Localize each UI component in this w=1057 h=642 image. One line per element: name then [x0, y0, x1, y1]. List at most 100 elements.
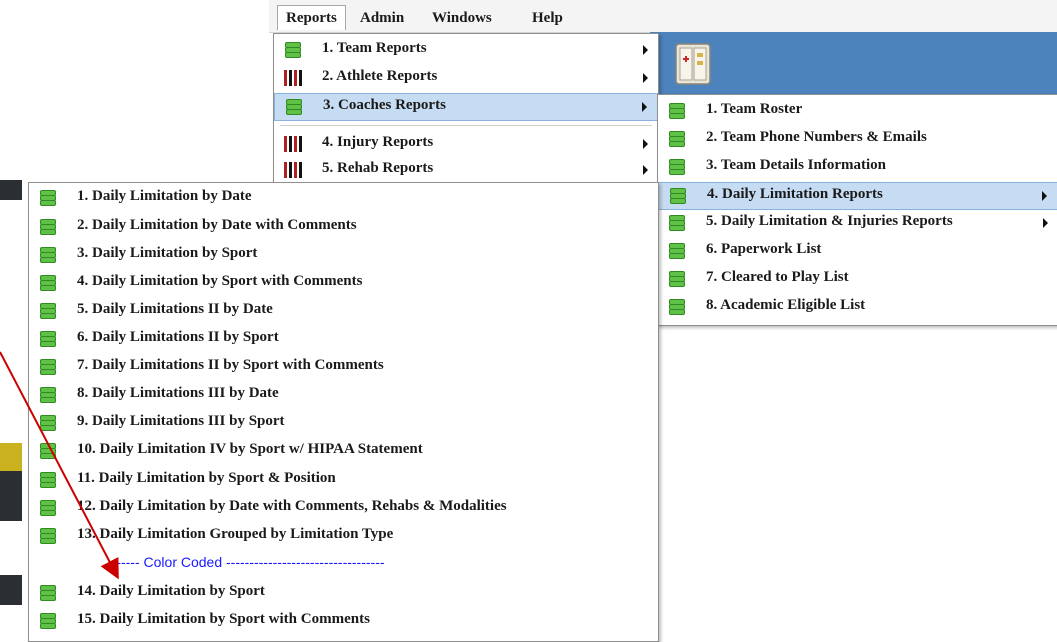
menu-item-daily-limitation-11[interactable]: 11. Daily Limitation by Sport & Position — [29, 467, 658, 493]
menu-item-daily-limitation-12[interactable]: 12. Daily Limitation by Date with Commen… — [29, 495, 658, 521]
menu-item-label: 11. Daily Limitation by Sport & Position — [77, 470, 336, 486]
menu-item-paperwork-list[interactable]: 6. Paperwork List — [658, 238, 1057, 264]
database-icon — [39, 415, 56, 431]
menu-item-team-reports[interactable]: 1. Team Reports — [274, 37, 658, 63]
background-app-fragment — [0, 471, 22, 521]
menu-item-daily-limitation-injuries[interactable]: 5. Daily Limitation & Injuries Reports — [658, 210, 1057, 236]
database-icon — [39, 190, 56, 206]
menu-admin[interactable]: Admin — [352, 6, 412, 30]
menu-item-label: 15. Daily Limitation by Sport with Comme… — [77, 611, 370, 627]
menu-item-injury-reports[interactable]: 4. Injury Reports — [274, 131, 658, 157]
database-icon — [668, 159, 685, 175]
menu-item-label: 14. Daily Limitation by Sport — [77, 583, 265, 599]
menu-item-daily-limitation-3[interactable]: 3. Daily Limitation by Sport — [29, 242, 658, 268]
database-icon — [39, 472, 56, 488]
menu-item-team-roster[interactable]: 1. Team Roster — [658, 98, 1057, 124]
coaches-reports-submenu: 1. Team Roster 2. Team Phone Numbers & E… — [657, 94, 1057, 326]
menu-item-label: 6. Paperwork List — [706, 241, 822, 257]
menu-item-daily-limitation-13[interactable]: 13. Daily Limitation Grouped by Limitati… — [29, 523, 658, 549]
menu-item-label: 12. Daily Limitation by Date with Commen… — [77, 498, 507, 514]
menu-item-label: 4. Daily Limitation by Sport with Commen… — [77, 273, 363, 289]
menu-item-label: 4. Injury Reports — [322, 134, 434, 150]
menu-item-label: 5. Daily Limitations II by Date — [77, 301, 273, 317]
database-icon — [39, 303, 56, 319]
menu-item-daily-limitation-14[interactable]: 14. Daily Limitation by Sport — [29, 580, 658, 606]
menu-windows[interactable]: Windows — [424, 6, 500, 30]
menu-item-team-phone-numbers[interactable]: 2. Team Phone Numbers & Emails — [658, 126, 1057, 152]
menu-item-label: 1. Daily Limitation by Date — [77, 188, 252, 204]
database-icon — [39, 613, 56, 629]
color-coded-separator: ------- Color Coded --------------------… — [29, 551, 658, 577]
database-icon — [39, 443, 56, 459]
database-icon — [668, 131, 685, 147]
database-icon — [39, 359, 56, 375]
menu-item-coaches-reports[interactable]: 3. Coaches Reports — [274, 93, 658, 121]
database-icon — [284, 42, 301, 58]
database-icon — [285, 99, 302, 115]
database-icon — [668, 103, 685, 119]
people-icon — [284, 162, 302, 178]
menu-item-daily-limitation-5[interactable]: 5. Daily Limitations II by Date — [29, 298, 658, 324]
chevron-right-icon — [643, 45, 648, 55]
chevron-right-icon — [1042, 191, 1047, 201]
menu-item-label: 6. Daily Limitations II by Sport — [77, 329, 279, 345]
menu-item-label: 8. Daily Limitations III by Date — [77, 385, 279, 401]
menu-item-daily-limitation-9[interactable]: 9. Daily Limitations III by Sport — [29, 410, 658, 436]
menu-item-team-details[interactable]: 3. Team Details Information — [658, 154, 1057, 180]
database-icon — [668, 243, 685, 259]
reports-dropdown: 1. Team Reports 2. Athlete Reports 3. Co… — [273, 33, 659, 183]
database-icon — [668, 215, 685, 231]
menu-separator — [280, 125, 652, 126]
menu-help[interactable]: Help — [524, 6, 571, 30]
menu-item-label: 13. Daily Limitation Grouped by Limitati… — [77, 526, 394, 542]
menu-item-label: 3. Coaches Reports — [323, 97, 446, 113]
chevron-right-icon — [643, 165, 648, 175]
menu-bar: Reports Admin Windows Help — [269, 0, 1057, 33]
menu-item-daily-limitation-10[interactable]: 10. Daily Limitation IV by Sport w/ HIPA… — [29, 438, 658, 464]
menu-reports[interactable]: Reports — [277, 5, 346, 30]
database-icon — [39, 528, 56, 544]
database-icon — [39, 500, 56, 516]
daily-limitation-submenu: 1. Daily Limitation by Date 2. Daily Lim… — [28, 182, 659, 642]
menu-item-academic-eligible[interactable]: 8. Academic Eligible List — [658, 294, 1057, 320]
menu-item-label: 9. Daily Limitations III by Sport — [77, 413, 285, 429]
menu-item-label: 10. Daily Limitation IV by Sport w/ HIPA… — [77, 441, 423, 457]
menu-item-daily-limitation-2[interactable]: 2. Daily Limitation by Date with Comment… — [29, 214, 658, 240]
menu-item-label: 7. Cleared to Play List — [706, 269, 849, 285]
database-icon — [39, 387, 56, 403]
menu-item-label: 2. Athlete Reports — [322, 68, 438, 84]
database-icon — [668, 271, 685, 287]
database-icon — [39, 331, 56, 347]
menu-item-athlete-reports[interactable]: 2. Athlete Reports — [274, 65, 658, 91]
menu-item-daily-limitation-4[interactable]: 4. Daily Limitation by Sport with Commen… — [29, 270, 658, 296]
color-coded-label: ------- Color Coded --------------------… — [107, 554, 385, 570]
database-icon — [669, 188, 686, 204]
menu-item-daily-limitation-reports[interactable]: 4. Daily Limitation Reports — [658, 182, 1057, 210]
people-icon — [284, 70, 302, 86]
chevron-right-icon — [642, 102, 647, 112]
menu-item-label: 1. Team Reports — [322, 40, 427, 56]
chevron-right-icon — [643, 73, 648, 83]
background-app-strip — [0, 175, 22, 642]
menu-item-daily-limitation-8[interactable]: 8. Daily Limitations III by Date — [29, 382, 658, 408]
menu-item-label: 1. Team Roster — [706, 101, 803, 117]
database-icon — [39, 247, 56, 263]
chevron-right-icon — [1043, 218, 1048, 228]
database-icon — [39, 275, 56, 291]
menu-item-daily-limitation-15[interactable]: 15. Daily Limitation by Sport with Comme… — [29, 608, 658, 634]
database-icon — [39, 219, 56, 235]
menu-item-label: 5. Rehab Reports — [322, 160, 434, 176]
menu-item-label: 4. Daily Limitation Reports — [707, 186, 883, 202]
menu-item-daily-limitation-7[interactable]: 7. Daily Limitations II by Sport with Co… — [29, 354, 658, 380]
menu-item-label: 3. Team Details Information — [706, 157, 886, 173]
menu-item-cleared-to-play[interactable]: 7. Cleared to Play List — [658, 266, 1057, 292]
menu-item-daily-limitation-6[interactable]: 6. Daily Limitations II by Sport — [29, 326, 658, 352]
menu-item-rehab-reports[interactable]: 5. Rehab Reports — [274, 157, 658, 183]
people-icon — [284, 136, 302, 152]
chevron-right-icon — [643, 139, 648, 149]
menu-item-daily-limitation-1[interactable]: 1. Daily Limitation by Date — [29, 185, 658, 211]
menu-item-label: 2. Daily Limitation by Date with Comment… — [77, 217, 357, 233]
database-icon — [39, 585, 56, 601]
medical-cabinet-icon — [670, 38, 716, 88]
menu-item-label: 5. Daily Limitation & Injuries Reports — [706, 213, 953, 229]
